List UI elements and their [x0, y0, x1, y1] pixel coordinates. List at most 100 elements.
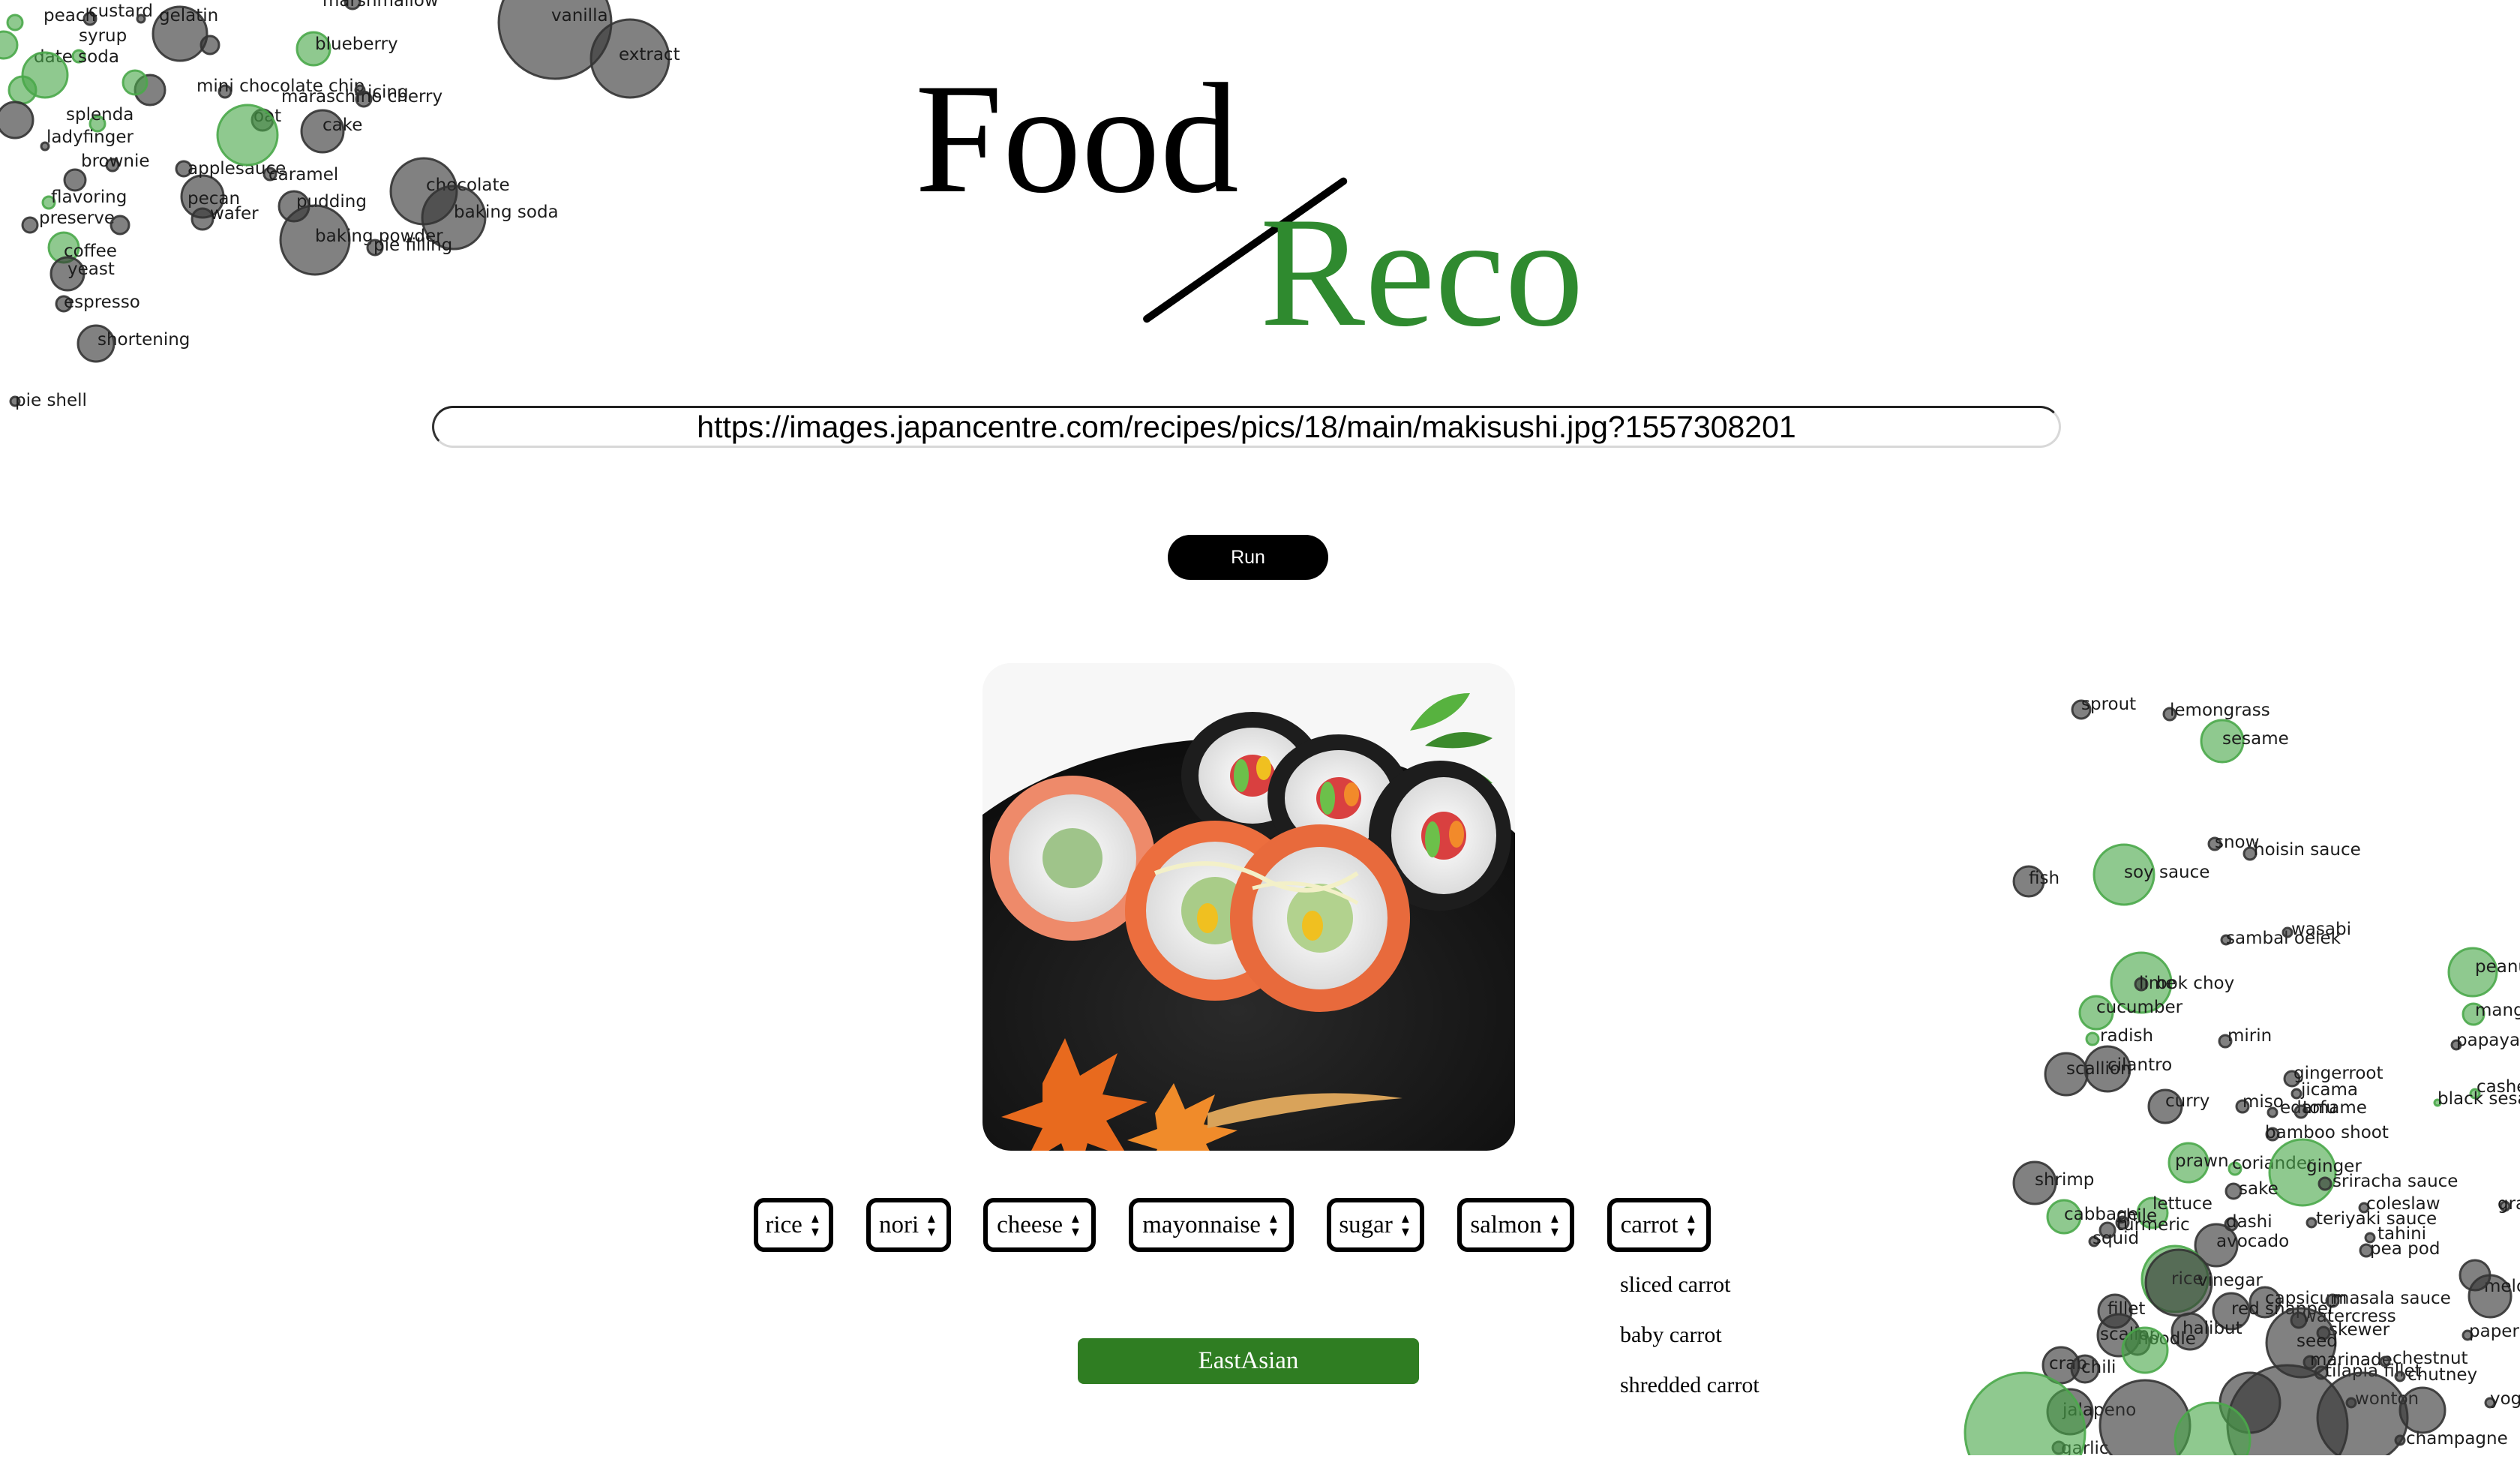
ingredient-bubble: [2092, 843, 2156, 906]
image-url-input[interactable]: [432, 406, 2061, 448]
ingredient-bubble: [2207, 836, 2222, 851]
ingredient-bubble: [2212, 1292, 2251, 1331]
updown-arrows-icon: ▲ ▼: [1267, 1211, 1280, 1239]
ingredient-bubble-label: tofu: [2302, 1098, 2337, 1118]
ingredient-bubble: [2012, 865, 2045, 898]
ingredient-bubble: [2290, 1311, 2308, 1329]
suggestion-option[interactable]: sliced carrot: [1620, 1270, 1760, 1320]
ingredient-bubble-label: brownie: [81, 152, 150, 171]
ingredient-bubble-label: red snapper: [2231, 1299, 2336, 1319]
ingredient-bubble: [0, 30, 19, 60]
ingredient-select-5[interactable]: sugar ▲ ▼: [1327, 1198, 1424, 1252]
ingredient-bubble: [497, 0, 613, 80]
ingredient-bubble: [47, 231, 80, 264]
ingredient-bubble-label: black sesame: [2438, 1089, 2520, 1109]
suggestion-option[interactable]: baby carrot: [1620, 1320, 1760, 1370]
ingredient-bubble: [2124, 1329, 2151, 1356]
ingredient-bubble: [82, 11, 98, 26]
ingredient-bubble-label: hoisin sauce: [2254, 840, 2361, 860]
ingredient-select-2[interactable]: nori ▲ ▼: [866, 1198, 951, 1252]
ingredient-select-value: nori: [879, 1211, 920, 1238]
ingredient-bubble: [2314, 1365, 2329, 1380]
ingredient-bubble: [2071, 699, 2092, 720]
ingredient-bubble-label: blueberry: [315, 35, 398, 54]
ingredient-bubble-label: gingerroot: [2294, 1064, 2383, 1083]
ingredient-bubble-label: snow: [2215, 833, 2259, 852]
ingredient-bubble: [2051, 1440, 2066, 1455]
ingredient-bubble: [2283, 1070, 2301, 1088]
ingredient-bubble: [262, 167, 278, 182]
ingredient-bubble-label: shrimp: [2035, 1170, 2094, 1190]
ingredient-select-7[interactable]: carrot ▲ ▼: [1607, 1198, 1711, 1252]
ingredient-select-value: mayonnaise: [1142, 1211, 1261, 1238]
ingredient-bubble-label: cake: [322, 116, 362, 135]
ingredient-bubble-label: garlic: [2061, 1439, 2109, 1455]
ingredient-bubble-label: edamame: [2280, 1098, 2367, 1118]
ingredient-select-1[interactable]: rice ▲ ▼: [754, 1198, 833, 1252]
ingredient-bubble-label: seed: [2296, 1331, 2338, 1351]
ingredient-bubble: [88, 115, 106, 133]
ingredient-bubble: [2462, 1002, 2486, 1026]
ingredient-bubble-label: scallop: [2100, 1325, 2160, 1344]
ingredient-bubble: [2268, 1138, 2337, 1207]
ingredient-bubble-label: cilantro: [2108, 1055, 2172, 1075]
ingredient-bubble: [2097, 1293, 2133, 1329]
ingredient-bubble-label: mini chocolate chip: [196, 77, 364, 96]
ingredient-bubble-label: peach: [44, 6, 96, 26]
ingredient-bubble-label: baking soda: [454, 203, 559, 222]
ingredient-bubble: [41, 195, 56, 210]
ingredient-bubble-label: mango: [2475, 1001, 2520, 1020]
ingredient-bubble: [2070, 1354, 2100, 1384]
ingredient-bubble: [2084, 1045, 2132, 1093]
ingredient-bubble-label: cashew: [2476, 1077, 2520, 1097]
ingredient-bubble: [2469, 1088, 2481, 1100]
ingredient-bubble-label: chili: [2081, 1358, 2116, 1377]
ingredient-bubble-label: preserve: [39, 209, 115, 228]
ingredient-bubble-label: pudding: [296, 192, 367, 212]
ingredient-bubble-label: halibut: [2182, 1319, 2242, 1338]
ingredient-select-value: rice: [765, 1211, 802, 1238]
ingredient-bubble-label: marshmallow: [322, 0, 439, 11]
ingredient-bubble: [2235, 1099, 2250, 1114]
ingredient-bubble-label: custard: [88, 2, 153, 21]
ingredient-bubble: [2302, 1355, 2318, 1370]
ingredient-bubble: [2174, 1401, 2252, 1459]
ingredient-bubble: [2462, 1329, 2474, 1341]
ingredient-bubble-label: coriander: [2232, 1154, 2314, 1173]
ingredient-bubble: [2218, 1034, 2233, 1049]
ingredient-bubble: [2144, 1248, 2213, 1317]
ingredient-bubble-label: sriracha sauce: [2332, 1172, 2458, 1191]
ingredient-bubble: [344, 0, 362, 11]
ingredient-bubble: [175, 160, 193, 178]
ingredient-bubble-label: peanut: [2475, 957, 2520, 977]
ingredient-bubble: [2147, 1088, 2183, 1124]
ingredient-bubble-label: chutney: [2408, 1365, 2477, 1385]
ingredient-select-6[interactable]: salmon ▲ ▼: [1457, 1198, 1574, 1252]
ingredient-bubble-label: date soda: [34, 47, 119, 67]
ingredient-bubble: [2318, 1176, 2332, 1191]
ingredient-select-4[interactable]: mayonnaise ▲ ▼: [1129, 1198, 1294, 1252]
ingredient-bubble: [2316, 1325, 2331, 1340]
ingredient-bubble-label: icing: [368, 83, 409, 102]
suggestion-option[interactable]: shredded carrot: [1620, 1370, 1760, 1421]
ingredient-bubble-label: coffee: [64, 242, 117, 261]
ingredient-bubble-label: champagne: [2406, 1429, 2508, 1448]
ingredient-bubble: [2265, 1307, 2337, 1379]
run-button[interactable]: Run: [1168, 535, 1328, 580]
ingredient-bubble: [2220, 934, 2232, 946]
ingredient-select-3[interactable]: cheese ▲ ▼: [983, 1198, 1096, 1252]
ingredient-bubble: [2046, 1388, 2094, 1436]
ingredient-bubble: [2265, 1127, 2280, 1142]
ingredient-bubble-label: papaya: [2456, 1031, 2520, 1050]
ingredient-bubble: [2162, 707, 2177, 722]
ingredient-bubble: [2484, 1397, 2496, 1409]
ingredient-bubble: [2168, 1142, 2210, 1184]
ingredient-bubble-label: extract: [619, 45, 680, 65]
cuisine-result-badge: EastAsian: [1078, 1338, 1419, 1384]
ingredient-bubble-label: rice: [2171, 1269, 2204, 1289]
ingredient-bubble: [152, 5, 208, 62]
ingredient-bubble: [2200, 719, 2245, 764]
ingredient-bubble: [300, 109, 345, 154]
ingredient-bubble: [2134, 977, 2149, 992]
ingredient-bubble-label: pie filling: [374, 236, 452, 255]
